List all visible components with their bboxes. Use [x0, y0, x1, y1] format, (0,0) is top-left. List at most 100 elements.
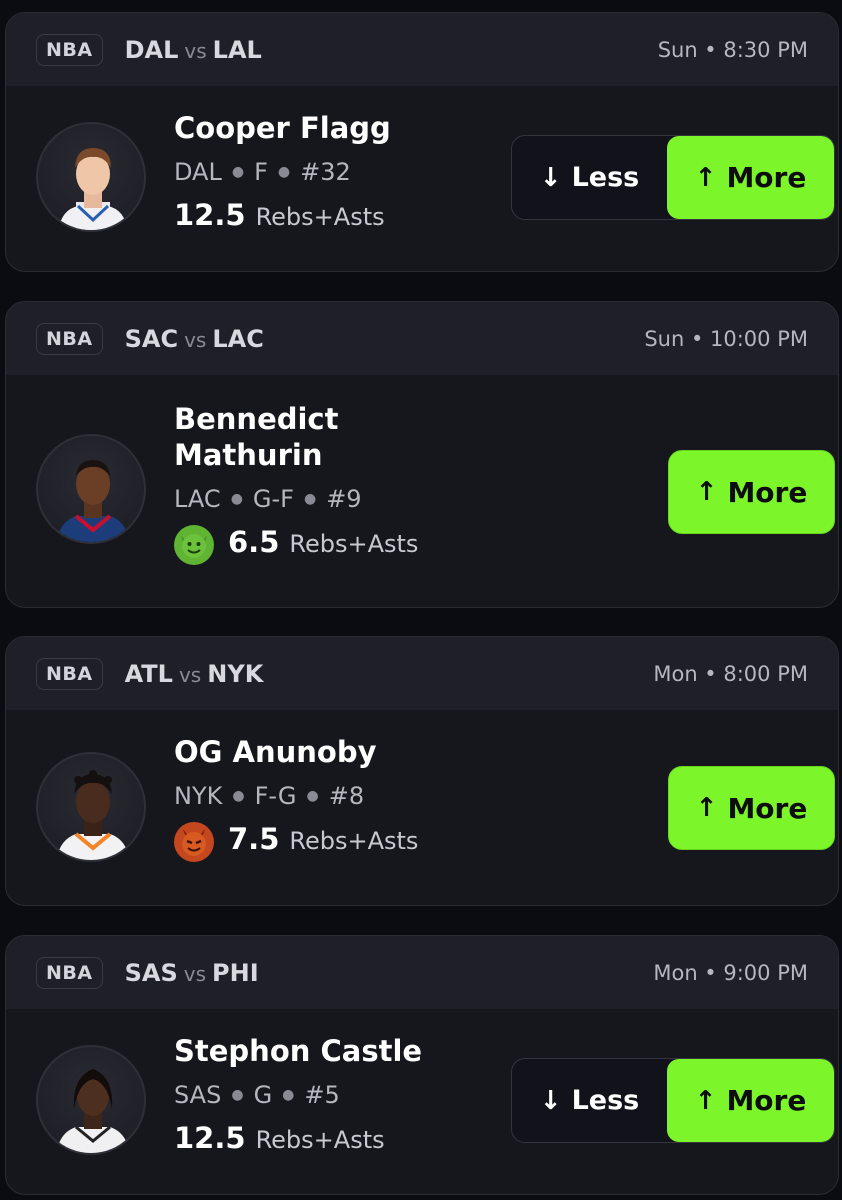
- game-header: NBA SAS vs PHI Mon • 9:00 PM: [6, 936, 838, 1009]
- demon-icon: [174, 822, 214, 862]
- game-time: Mon • 8:00 PM: [653, 661, 808, 686]
- league-badge: NBA: [36, 657, 103, 690]
- separator-dot: ●: [232, 788, 245, 804]
- vs-label: vs: [178, 662, 202, 687]
- line-value: 12.5: [174, 1121, 246, 1155]
- player-team: NYK: [174, 782, 223, 810]
- game-header: NBA DAL vs LAL Sun • 8:30 PM: [6, 13, 838, 86]
- more-button[interactable]: ↑ More: [667, 136, 834, 219]
- vs-label: vs: [184, 327, 207, 352]
- separator-dot: ●: [230, 491, 243, 507]
- home-team: LAC: [212, 324, 264, 353]
- goblin-icon: [174, 525, 214, 565]
- player-name: Cooper Flagg: [174, 111, 391, 145]
- vs-label: vs: [184, 38, 207, 63]
- player-name: Bennedict Mathurin: [174, 402, 339, 472]
- player-team: LAC: [174, 485, 221, 513]
- player-meta: NYK ● F-G ● #8: [174, 782, 418, 810]
- arrow-down-icon: ↓: [539, 162, 562, 193]
- player-position: F-G: [254, 782, 297, 810]
- player-meta: DAL ● F ● #32: [174, 158, 391, 186]
- less-label: Less: [571, 1085, 640, 1116]
- projection-line: 12.5 Rebs+Asts: [174, 198, 391, 232]
- player-info: Stephon Castle SAS ● G ● #5 12.5 Rebs+As…: [174, 1033, 422, 1155]
- matchup: ATL vs NYK: [125, 660, 264, 688]
- league-badge: NBA: [36, 33, 103, 66]
- arrow-up-icon: ↑: [695, 477, 718, 507]
- more-label: More: [727, 475, 808, 509]
- more-label: More: [727, 791, 808, 825]
- projection-card: NBA SAS vs PHI Mon • 9:00 PM Stephon Cas…: [5, 935, 839, 1195]
- away-team: DAL: [124, 35, 179, 64]
- league-badge: NBA: [36, 322, 103, 355]
- projection-card: NBA ATL vs NYK Mon • 8:00 PM OG Anunoby …: [5, 636, 839, 906]
- player-position: G: [253, 1081, 273, 1109]
- more-button[interactable]: ↑ More: [668, 450, 835, 534]
- player-number: #8: [328, 782, 365, 810]
- home-team: NYK: [207, 659, 264, 688]
- player-team: DAL: [174, 158, 222, 186]
- separator-dot: ●: [231, 164, 245, 180]
- away-team: SAS: [124, 958, 178, 987]
- pick-selector: ↓ Less ↑ More: [511, 135, 835, 220]
- line-value: 12.5: [174, 198, 246, 232]
- projection-line: 12.5 Rebs+Asts: [174, 1121, 422, 1155]
- player-avatar[interactable]: [36, 1045, 146, 1155]
- more-label: More: [726, 161, 807, 194]
- player-meta: SAS ● G ● #5: [174, 1081, 422, 1109]
- away-team: SAC: [124, 324, 179, 353]
- more-button[interactable]: ↑ More: [667, 1059, 834, 1142]
- arrow-up-icon: ↑: [694, 162, 717, 193]
- less-button[interactable]: ↓ Less: [512, 136, 667, 219]
- matchup: SAC vs LAC: [125, 325, 264, 353]
- player-team: SAS: [174, 1081, 222, 1109]
- player-number: #32: [300, 158, 351, 186]
- matchup: SAS vs PHI: [125, 959, 259, 987]
- projection-line: 7.5 Rebs+Asts: [174, 822, 418, 862]
- more-button[interactable]: ↑ More: [668, 766, 835, 850]
- player-avatar[interactable]: [36, 434, 146, 544]
- home-team: PHI: [212, 958, 259, 987]
- away-team: ATL: [124, 659, 173, 688]
- player-avatar[interactable]: [36, 122, 146, 232]
- player-position: F: [254, 158, 268, 186]
- line-value: 7.5: [228, 822, 280, 856]
- separator-dot: ●: [277, 164, 291, 180]
- pick-selector: ↓ Less ↑ More: [511, 1058, 835, 1143]
- separator-dot: ●: [282, 1087, 295, 1103]
- arrow-up-icon: ↑: [695, 793, 718, 823]
- matchup: DAL vs LAL: [125, 36, 262, 64]
- separator-dot: ●: [306, 788, 319, 804]
- stat-type: Rebs+Asts: [289, 827, 419, 855]
- arrow-down-icon: ↓: [539, 1085, 562, 1116]
- game-header: NBA ATL vs NYK Mon • 8:00 PM: [6, 637, 838, 710]
- player-meta: LAC ● G-F ● #9: [174, 485, 418, 513]
- stat-type: Rebs+Asts: [255, 1126, 385, 1154]
- projection-line: 6.5 Rebs+Asts: [174, 525, 418, 565]
- player-info: Bennedict Mathurin LAC ● G-F ● #9 6.5 Re…: [174, 401, 418, 565]
- player-name: OG Anunoby: [174, 735, 377, 769]
- stat-type: Rebs+Asts: [289, 530, 419, 558]
- arrow-up-icon: ↑: [694, 1085, 717, 1116]
- projection-card: NBA SAC vs LAC Sun • 10:00 PM Bennedict …: [5, 301, 839, 608]
- less-label: Less: [571, 162, 640, 193]
- vs-label: vs: [183, 961, 207, 986]
- player-info: OG Anunoby NYK ● F-G ● #8 7.5 Rebs+Asts: [174, 734, 418, 862]
- game-time: Sun • 8:30 PM: [657, 37, 808, 62]
- more-label: More: [726, 1084, 807, 1117]
- less-button[interactable]: ↓ Less: [512, 1059, 667, 1142]
- line-value: 6.5: [228, 525, 280, 559]
- game-time: Sun • 10:00 PM: [644, 326, 808, 351]
- separator-dot: ●: [303, 491, 317, 507]
- separator-dot: ●: [231, 1087, 244, 1103]
- stat-type: Rebs+Asts: [255, 203, 385, 231]
- player-number: #5: [304, 1081, 340, 1109]
- player-avatar[interactable]: [36, 752, 146, 862]
- player-info: Cooper Flagg DAL ● F ● #32 12.5 Rebs+Ast…: [174, 110, 391, 232]
- game-header: NBA SAC vs LAC Sun • 10:00 PM: [6, 302, 838, 375]
- home-team: LAL: [212, 35, 262, 64]
- player-number: #9: [326, 485, 362, 513]
- game-time: Mon • 9:00 PM: [653, 960, 808, 985]
- player-position: G-F: [252, 485, 294, 513]
- player-name: Stephon Castle: [174, 1034, 423, 1068]
